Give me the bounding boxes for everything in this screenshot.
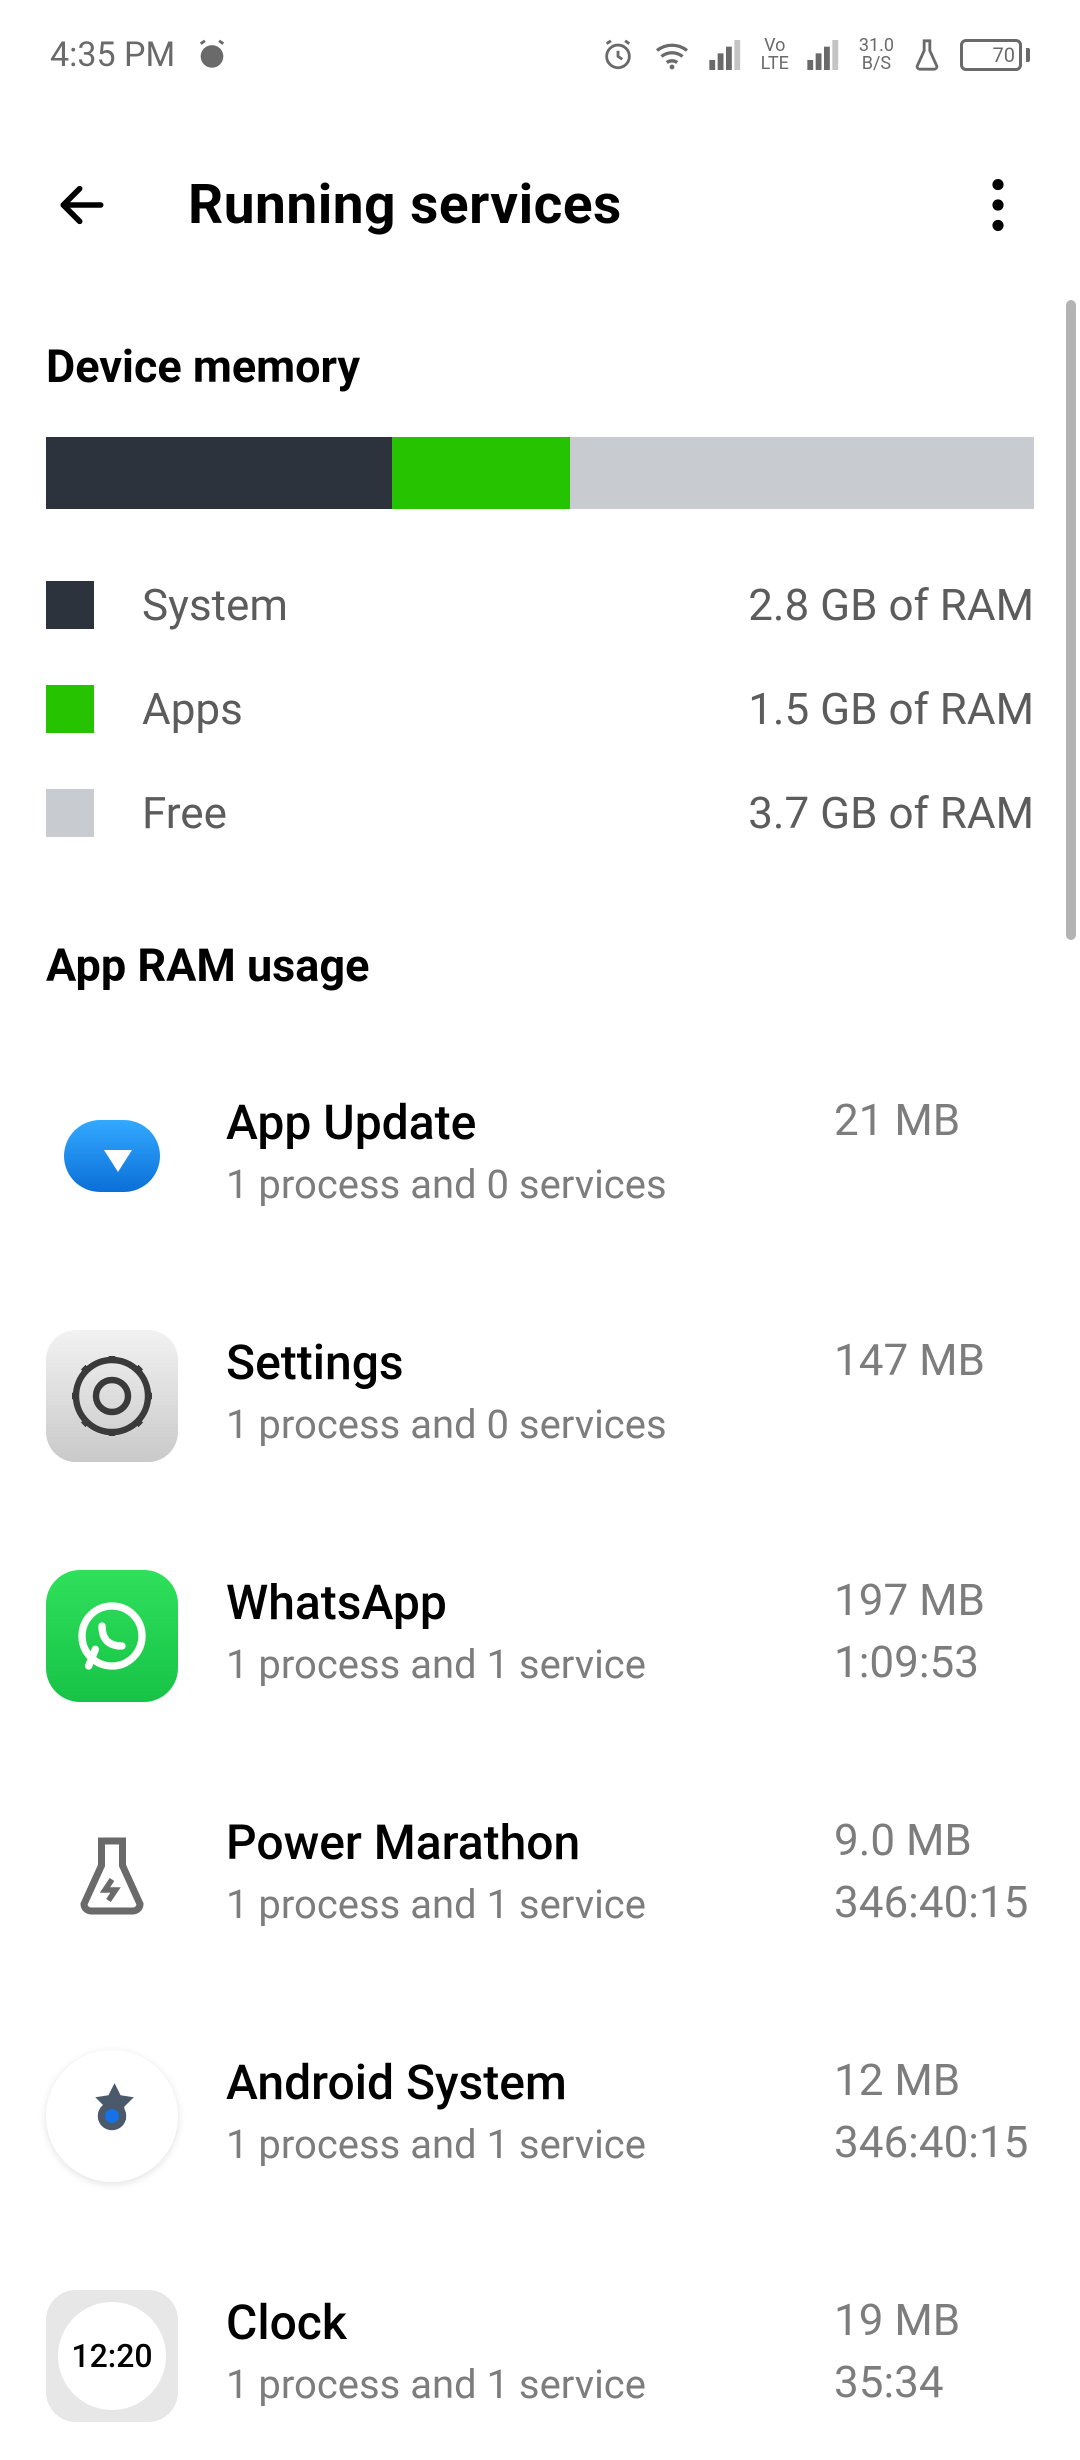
app-item-android-system[interactable]: Android System 1 process and 1 service 1… <box>46 1996 1034 2236</box>
legend-label: Free <box>142 787 227 839</box>
app-sub: 1 process and 1 service <box>226 2121 786 2168</box>
status-left: 4:35 PM <box>50 35 229 75</box>
flask-icon <box>912 38 942 72</box>
overflow-menu-button[interactable] <box>962 169 1034 241</box>
app-mem: 12 MB <box>834 2054 1034 2106</box>
legend-row-system: System 2.8 GB of RAM <box>46 553 1034 657</box>
app-item-app-update[interactable]: App Update 1 process and 0 services 21 M… <box>46 1036 1034 1276</box>
memory-bar-apps <box>392 437 570 509</box>
clock-icon: 12:20 <box>46 2290 178 2422</box>
legend-row-apps: Apps 1.5 GB of RAM <box>46 657 1034 761</box>
legend-value: 3.7 GB of RAM <box>748 787 1034 839</box>
app-mem: 19 MB <box>834 2294 1034 2346</box>
legend-value: 2.8 GB of RAM <box>748 579 1034 631</box>
alarm-icon <box>195 38 229 72</box>
app-name: Android System <box>226 2054 786 2111</box>
memory-bar <box>46 437 1034 509</box>
app-time: 346:40:15 <box>834 1876 1034 1928</box>
cloud-download-icon <box>46 1090 178 1222</box>
status-time: 4:35 PM <box>50 35 175 75</box>
legend-label: System <box>142 579 288 631</box>
app-item-settings[interactable]: Settings 1 process and 0 services 147 MB <box>46 1276 1034 1516</box>
swatch-free <box>46 789 94 837</box>
alarm-icon <box>601 38 635 72</box>
app-time: 35:34 <box>834 2356 1034 2408</box>
app-mem: 9.0 MB <box>834 1814 1034 1866</box>
net-rate-indicator: 31.0B/S <box>859 37 894 73</box>
memory-bar-system <box>46 437 392 509</box>
app-item-power-marathon[interactable]: Power Marathon 1 process and 1 service 9… <box>46 1756 1034 1996</box>
flask-icon <box>46 1810 178 1942</box>
app-list[interactable]: App Update 1 process and 0 services 21 M… <box>0 1026 1080 2460</box>
app-sub: 1 process and 0 services <box>226 1161 786 1208</box>
volte-indicator: VoLTE <box>761 37 789 73</box>
app-mem: 147 MB <box>834 1334 1034 1386</box>
toolbar: Running services <box>0 110 1080 300</box>
android-gear-icon <box>46 2050 178 2182</box>
signal-icon <box>709 40 743 70</box>
app-mem: 197 MB <box>834 1574 1034 1626</box>
signal-icon <box>807 40 841 70</box>
battery-indicator: 70 <box>960 39 1030 71</box>
more-vert-icon <box>992 179 1004 231</box>
app-time: 346:40:15 <box>834 2116 1034 2168</box>
legend-value: 1.5 GB of RAM <box>748 683 1034 735</box>
memory-legend: System 2.8 GB of RAM Apps 1.5 GB of RAM … <box>0 553 1080 865</box>
app-sub: 1 process and 1 service <box>226 1641 786 1688</box>
app-time: 1:09:53 <box>834 1636 1034 1688</box>
page-title: Running services <box>188 173 892 237</box>
section-device-memory: Device memory <box>0 300 1080 427</box>
app-name: Power Marathon <box>226 1814 786 1871</box>
status-right: VoLTE 31.0B/S 70 <box>601 37 1030 73</box>
section-app-ram: App RAM usage <box>0 865 1080 1026</box>
app-mem: 21 MB <box>834 1094 1034 1146</box>
status-bar: 4:35 PM VoLTE 31.0B/S 70 <box>0 0 1080 110</box>
app-sub: 1 process and 1 service <box>226 2361 786 2408</box>
clock-face-label: 12:20 <box>58 2302 166 2410</box>
legend-label: Apps <box>142 683 243 735</box>
whatsapp-icon <box>46 1570 178 1702</box>
legend-row-free: Free 3.7 GB of RAM <box>46 761 1034 865</box>
wifi-icon <box>653 40 691 70</box>
app-name: App Update <box>226 1094 786 1151</box>
app-name: Clock <box>226 2294 786 2351</box>
app-name: Settings <box>226 1334 786 1391</box>
swatch-system <box>46 581 94 629</box>
swatch-apps <box>46 685 94 733</box>
app-item-clock[interactable]: 12:20 Clock 1 process and 1 service 19 M… <box>46 2236 1034 2460</box>
arrow-left-icon <box>54 177 110 233</box>
back-button[interactable] <box>46 169 118 241</box>
app-item-whatsapp[interactable]: WhatsApp 1 process and 1 service 197 MB … <box>46 1516 1034 1756</box>
app-sub: 1 process and 0 services <box>226 1401 786 1448</box>
gear-icon <box>46 1330 178 1462</box>
app-name: WhatsApp <box>226 1574 786 1631</box>
app-sub: 1 process and 1 service <box>226 1881 786 1928</box>
scrollbar[interactable] <box>1066 300 1076 940</box>
